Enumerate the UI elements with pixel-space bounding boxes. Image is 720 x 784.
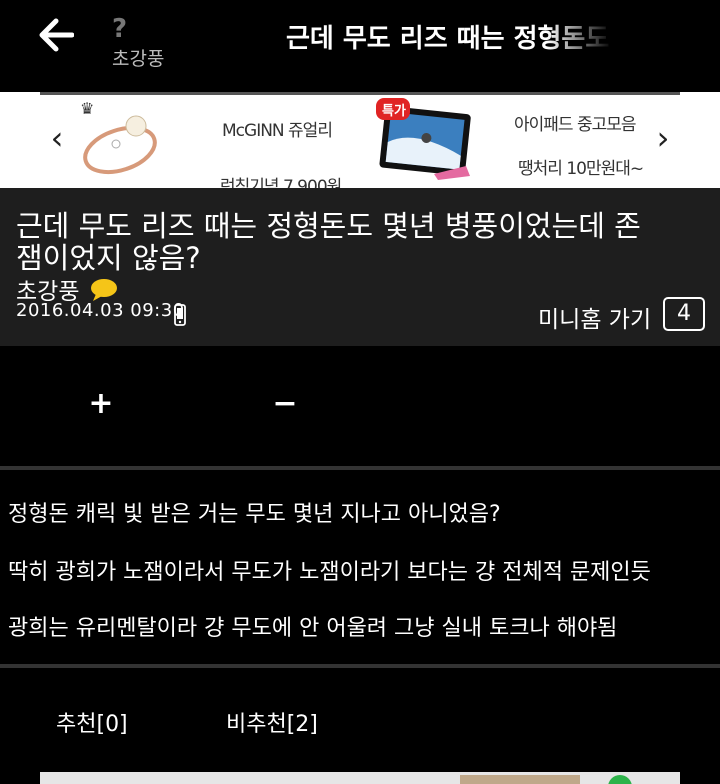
header-title: 근데 무도 리즈 때는 정형돈도 [286,24,610,52]
ad-banner[interactable]: ‹ ♛ McGINN 쥬얼리 런칭기념 7,900원 특가 아이패드 중고모음 … [0,92,720,188]
minihome-link[interactable]: 미니홈 가기 [538,300,651,334]
jewelry-ring-image[interactable]: ♛ [76,96,172,180]
not-recommend-button[interactable]: 비추천[2] [226,706,318,738]
body-paragraph: 정형돈 캐릭 빛 받은 거는 무도 몇년 지나고 아니었음? [8,502,501,527]
ad-1-line1[interactable]: McGINN 쥬얼리 [222,116,333,141]
chevron-right-icon[interactable]: › [648,122,678,154]
sale-badge: 특가 [382,104,406,119]
back-button[interactable] [30,12,82,58]
top-header: ? 초강풍 근데 무도 리즈 때는 정형돈도 [0,0,720,92]
ad-divider [40,92,680,95]
ad-2-line1[interactable]: 아이패드 중고모음 [514,110,637,135]
author-avatar[interactable]: ? [112,14,127,44]
back-arrow-icon [39,18,74,52]
post-title: 근데 무도 리즈 때는 정형돈도 몇년 병풍이었는데 존잼이었지 않음? [16,209,641,275]
divider [0,664,720,668]
downvote-button[interactable]: − [270,386,300,422]
svg-text:♛: ♛ [80,99,94,118]
body-paragraph: 딱히 광희가 노잼이라서 무도가 노잼이라기 보다는 걍 전체적 문제인듯 [8,560,651,585]
count-badge[interactable]: 4 [663,297,705,331]
upvote-button[interactable]: + [86,386,116,422]
ad-1-line2[interactable]: 런칭기념 7,900원 [220,172,342,188]
bottom-ad-image [460,775,632,784]
speech-bubble-icon [91,279,117,301]
divider [0,466,720,470]
post-date: 2016.04.03 09:30 [16,300,185,321]
recommend-button[interactable]: 추천[0] [56,706,128,738]
bottom-ad-banner[interactable] [40,772,680,784]
mobile-phone-icon [174,304,186,326]
body-paragraph: 광희는 유리멘탈이라 걍 무도에 안 어울려 그냥 실내 토크나 해야됨 [8,616,618,641]
ad-2-line2[interactable]: 땡처리 10만원대~ [518,154,644,179]
chevron-left-icon[interactable]: ‹ [42,122,72,154]
header-nickname[interactable]: 초강풍 [112,44,164,71]
post-header: 근데 무도 리즈 때는 정형돈도 몇년 병풍이었는데 존잼이었지 않음? 초강풍… [0,188,720,346]
